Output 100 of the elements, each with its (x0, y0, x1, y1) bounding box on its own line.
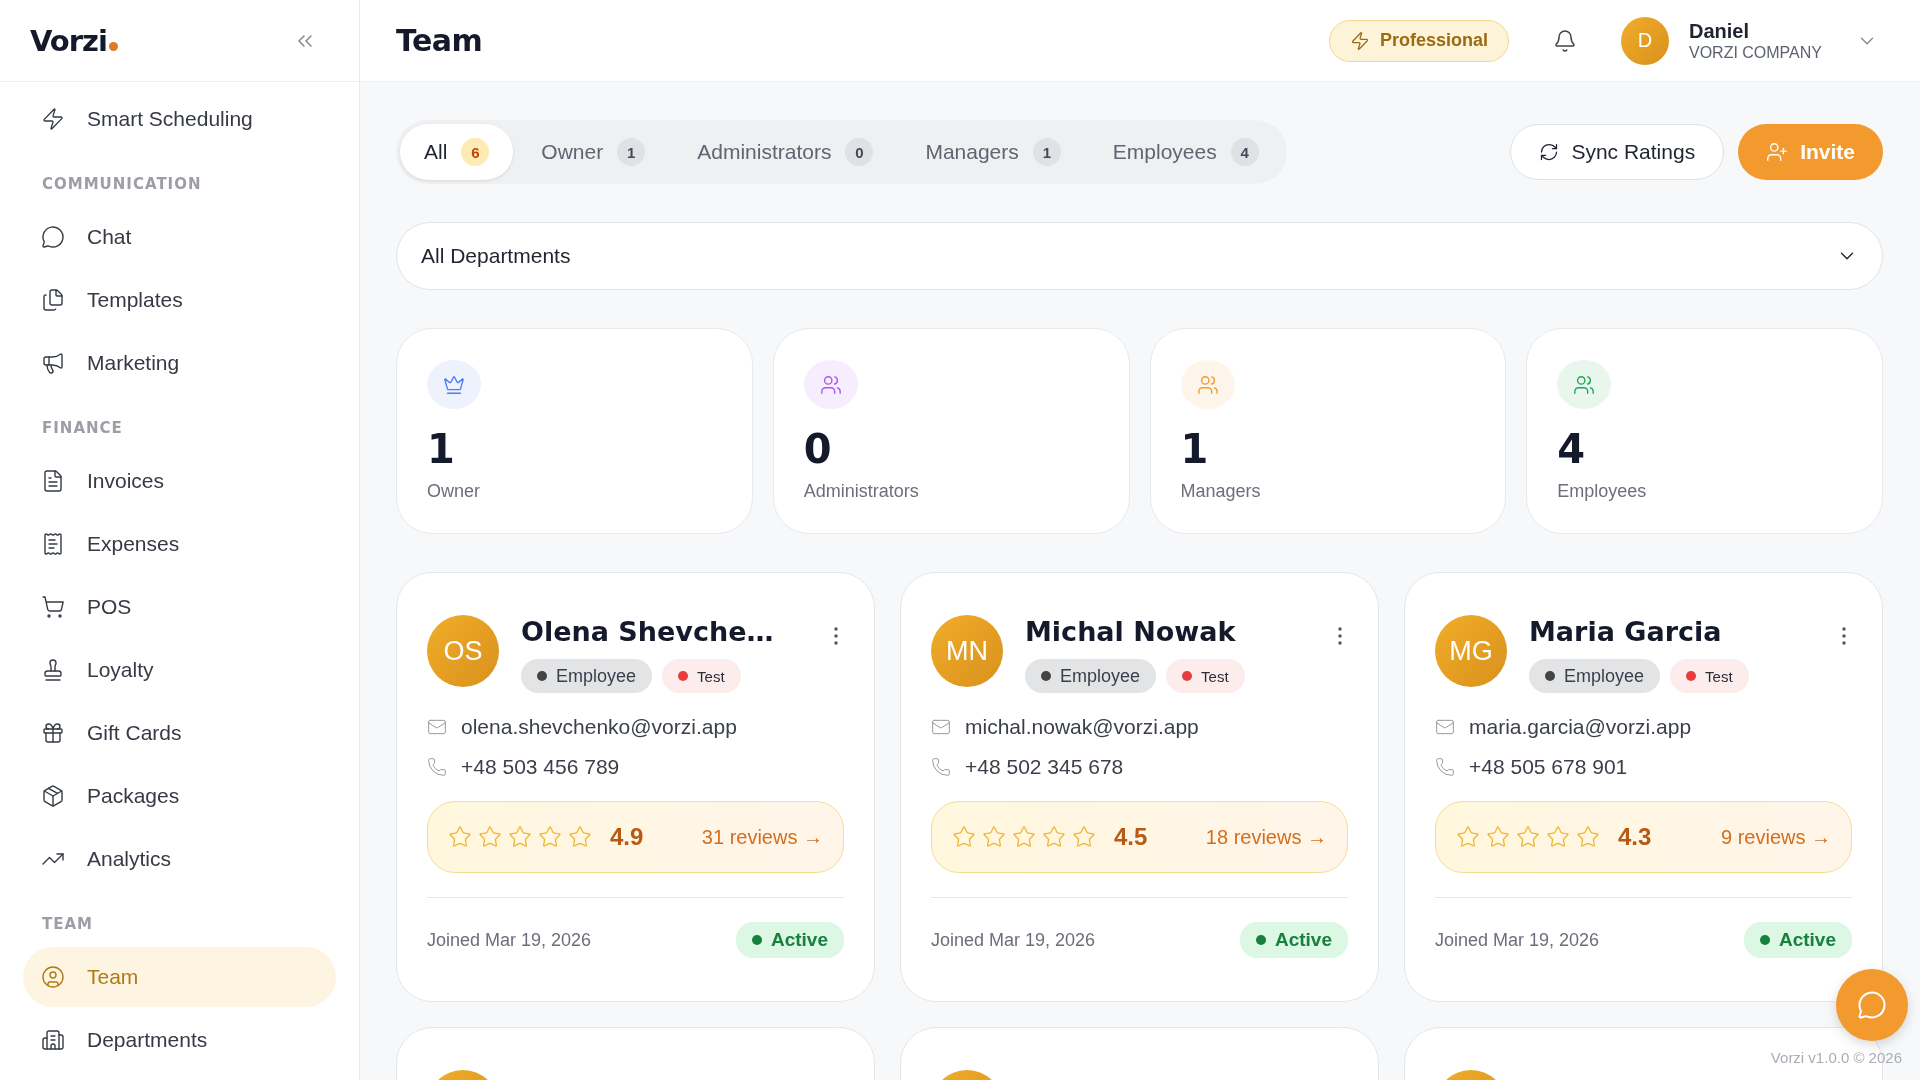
sidebar-item[interactable]: Analytics (23, 829, 336, 889)
version-footer: Vorzi v1.0.0 © 2026 (1770, 1049, 1902, 1066)
lightning-icon (41, 107, 65, 131)
phone-icon (1435, 757, 1455, 777)
stamp-icon (41, 658, 65, 682)
role-tag: Employee (1025, 659, 1157, 693)
test-tag: Test (1670, 659, 1749, 693)
phone-icon (427, 757, 447, 777)
sidebar-item[interactable]: Marketing (23, 333, 336, 393)
lightning-icon (1349, 30, 1370, 51)
member-name: Maria Garcia (1529, 615, 1723, 649)
status-badge: Active (1743, 922, 1852, 958)
member-phone: +48 505 678 901 (1469, 755, 1628, 779)
test-tag: Test (1166, 659, 1245, 693)
rating-value: 4.9 (610, 823, 645, 851)
sidebar-item[interactable]: Expenses (23, 514, 336, 574)
status-badge: Active (1239, 922, 1348, 958)
users-icon (803, 360, 858, 409)
sidebar-item[interactable]: POS (23, 577, 336, 637)
star-icon (1042, 825, 1066, 849)
star-icon (1546, 825, 1570, 849)
mail-icon (931, 717, 951, 737)
logo: Vorzi (30, 23, 118, 58)
section-title: FINANCE (41, 418, 124, 439)
building-icon (41, 1028, 65, 1052)
member-email: olena.shevchenko@vorzi.app (461, 715, 737, 739)
member-phone: +48 503 456 789 (461, 755, 620, 779)
member-avatar: MG (1435, 615, 1507, 687)
joined-date: Joined Mar 19, 2026 (931, 929, 1096, 951)
sidebar-item[interactable]: Chat (23, 207, 336, 267)
users-icon (1180, 360, 1235, 409)
test-tag: Test (662, 659, 741, 693)
member-name: Olena Shevche… (521, 615, 775, 649)
star-icon (508, 825, 532, 849)
member-email: michal.nowak@vorzi.app (965, 715, 1199, 739)
users-icon (1557, 360, 1612, 409)
filter-tab[interactable]: Owner 1 (517, 124, 670, 180)
plan-badge: Professional (1328, 19, 1509, 62)
receipt-icon (41, 532, 65, 556)
sidebar-item[interactable]: Gift Cards (23, 703, 336, 763)
sync-ratings-button[interactable]: Sync Ratings (1510, 124, 1725, 180)
sidebar-item[interactable]: Loyalty (23, 640, 336, 700)
mail-icon (1435, 717, 1455, 737)
megaphone-icon (41, 351, 65, 375)
user-circle-icon (41, 965, 65, 989)
role-tag: Employee (521, 659, 653, 693)
star-icon (952, 825, 976, 849)
page-title: Team (396, 23, 484, 58)
sidebar-item[interactable]: Smart Scheduling (23, 89, 336, 149)
sidebar-item[interactable]: Invoices (23, 451, 336, 511)
filter-tab[interactable]: Managers 1 (901, 124, 1085, 180)
star-icon (982, 825, 1006, 849)
crown-icon (427, 360, 481, 409)
user-name: Daniel (1688, 18, 1750, 43)
mail-icon (427, 717, 447, 737)
joined-date: Joined Mar 19, 2026 (427, 929, 592, 951)
add-user-icon (1766, 141, 1789, 163)
refresh-icon (1539, 142, 1560, 162)
more-vertical-icon (834, 627, 838, 645)
more-vertical-icon (1842, 627, 1846, 645)
star-icon (568, 825, 592, 849)
filter-tab[interactable]: All 6 (400, 124, 514, 180)
star-icon (1012, 825, 1036, 849)
phone-icon (931, 757, 951, 777)
stat-label: Managers (1180, 481, 1261, 502)
member-phone: +48 502 345 678 (965, 755, 1124, 779)
stat-label: Administrators (803, 481, 919, 502)
sidebar-item[interactable]: Departments (23, 1010, 336, 1070)
sidebar-item[interactable]: Packages (23, 766, 336, 826)
stat-value: 4 (1557, 425, 1586, 473)
rating-value: 4.5 (1114, 823, 1149, 851)
cart-icon (41, 595, 65, 619)
document-icon (41, 469, 65, 493)
box-icon (41, 784, 65, 808)
star-icon (1486, 825, 1510, 849)
more-vertical-icon (1338, 627, 1342, 645)
member-name: Michal Nowak (1025, 615, 1237, 649)
stat-value: 1 (1180, 425, 1209, 473)
filter-tab[interactable]: Administrators 0 (673, 124, 898, 180)
stat-label: Employees (1557, 481, 1647, 502)
stat-value: 1 (427, 425, 455, 473)
status-badge: Active (735, 922, 844, 958)
joined-date: Joined Mar 19, 2026 (1435, 929, 1600, 951)
filter-tab[interactable]: Employees 4 (1088, 124, 1283, 180)
role-tag: Employee (1529, 659, 1661, 693)
star-icon (538, 825, 562, 849)
gift-icon (41, 721, 65, 745)
stat-value: 0 (803, 425, 832, 473)
section-title: COMMUNICATION (41, 174, 203, 195)
company-name: VORZI COMPANY (1688, 42, 1822, 63)
star-icon (448, 825, 472, 849)
rating-value: 4.3 (1618, 823, 1653, 851)
member-email: maria.garcia@vorzi.app (1469, 715, 1692, 739)
chat-bubble-icon (41, 225, 65, 249)
chat-bubble-icon (1857, 990, 1887, 1020)
star-icon (478, 825, 502, 849)
department-dropdown[interactable]: All Departments (396, 222, 1883, 290)
member-avatar: MN (931, 615, 1003, 687)
section-title: TEAM (41, 914, 94, 935)
sidebar-item[interactable]: Templates (23, 270, 336, 330)
